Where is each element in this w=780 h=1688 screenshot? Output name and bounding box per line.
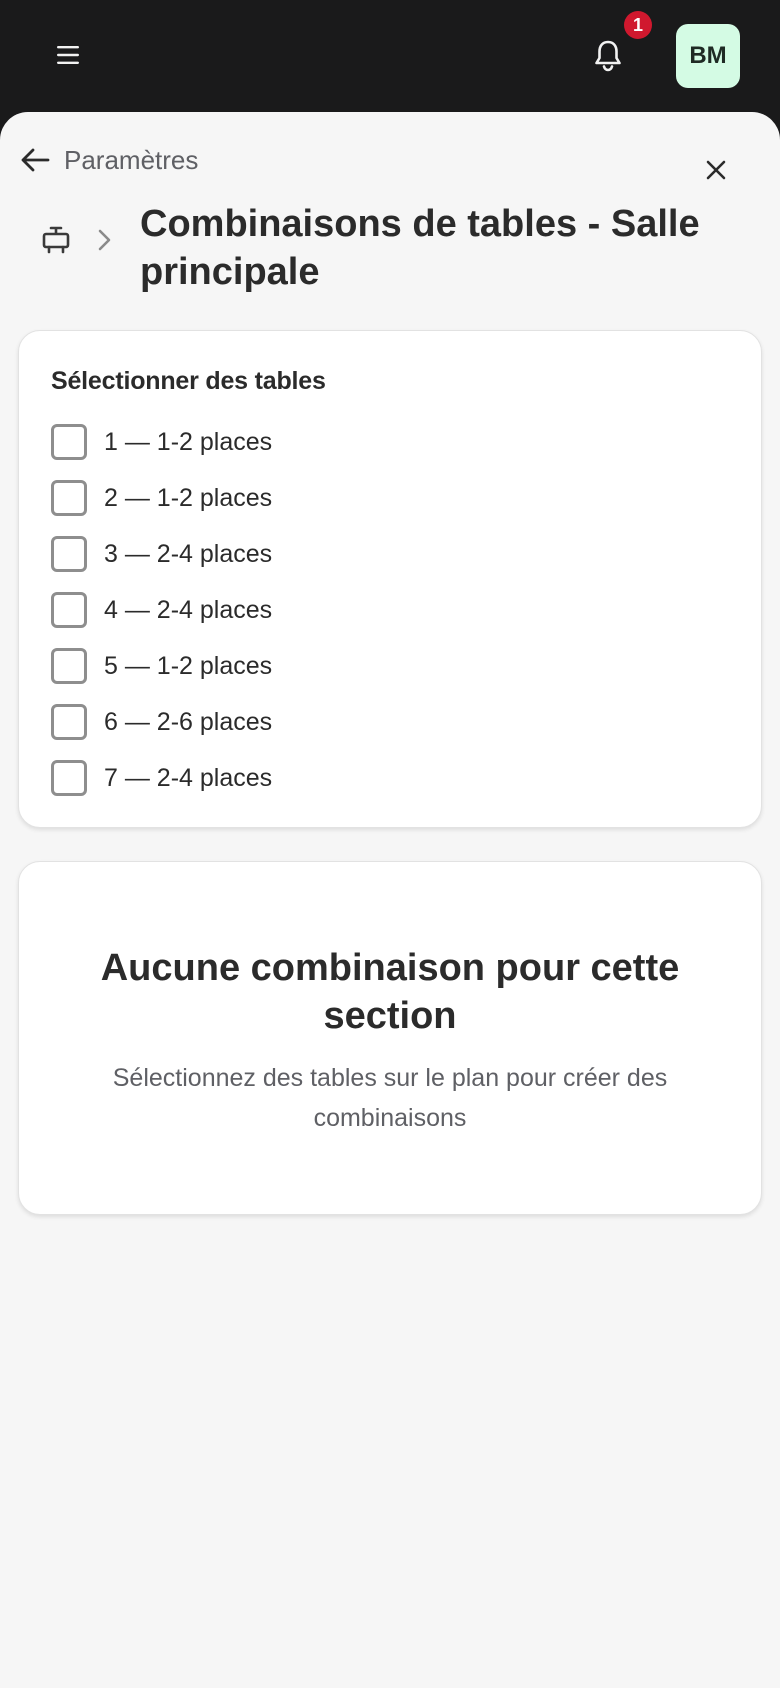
top-app-bar: 1 BM <box>0 0 780 112</box>
table-option-label: 6 — 2-6 places <box>104 707 273 736</box>
notification-count-badge: 1 <box>624 11 652 39</box>
table-checkbox[interactable] <box>51 480 87 516</box>
table-selection-card: Sélectionner des tables 1 — 1-2 places 2… <box>18 330 762 828</box>
table-option-label: 4 — 2-4 places <box>104 595 273 624</box>
page-title: Combinaisons de tables - Salle principal… <box>140 203 700 293</box>
table-option-label: 1 — 1-2 places <box>104 427 273 456</box>
table-option-label: 5 — 1-2 places <box>104 651 273 680</box>
empty-state-subtitle: Sélectionnez des tables sur le plan pour… <box>112 1064 668 1132</box>
notifications-button[interactable] <box>586 34 630 78</box>
table-option-6[interactable]: 6 — 2-6 places <box>51 694 761 750</box>
user-avatar[interactable]: BM <box>676 24 740 88</box>
table-checkbox[interactable] <box>51 536 87 572</box>
table-checkbox[interactable] <box>51 704 87 740</box>
title-breadcrumb: Combinaisons de tables - Salle principal… <box>40 200 760 296</box>
empty-state-card: Aucune combinaison pour cette section Sé… <box>18 861 762 1215</box>
table-option-label: 3 — 2-4 places <box>104 539 273 568</box>
table-option-label: 2 — 1-2 places <box>104 483 273 512</box>
table-option-2[interactable]: 2 — 1-2 places <box>51 470 761 526</box>
table-list: 1 — 1-2 places 2 — 1-2 places 3 — 2-4 pl… <box>51 414 761 806</box>
table-checkbox[interactable] <box>51 592 87 628</box>
table-selection-heading: Sélectionner des tables <box>51 367 326 395</box>
close-button[interactable] <box>696 150 736 190</box>
settings-sheet: Paramètres Combinaisons de tables - Sall… <box>0 112 780 1688</box>
table-option-4[interactable]: 4 — 2-4 places <box>51 582 761 638</box>
table-option-1[interactable]: 1 — 1-2 places <box>51 414 761 470</box>
chevron-right-icon <box>98 229 111 251</box>
table-option-7[interactable]: 7 — 2-4 places <box>51 750 761 806</box>
back-label: Paramètres <box>64 144 199 175</box>
menu-button[interactable] <box>50 37 86 73</box>
empty-state-title: Aucune combinaison pour cette section <box>100 947 680 1037</box>
table-checkbox[interactable] <box>51 648 87 684</box>
table-option-5[interactable]: 5 — 1-2 places <box>51 638 761 694</box>
hamburger-menu-icon <box>57 46 79 64</box>
back-button[interactable]: Paramètres <box>20 138 198 182</box>
arrow-left-icon <box>21 148 50 172</box>
close-icon <box>706 160 726 180</box>
table-icon <box>42 226 70 254</box>
table-checkbox[interactable] <box>51 424 87 460</box>
bell-icon <box>595 40 621 72</box>
table-checkbox[interactable] <box>51 760 87 796</box>
table-option-label: 7 — 2-4 places <box>104 763 273 792</box>
table-option-3[interactable]: 3 — 2-4 places <box>51 526 761 582</box>
